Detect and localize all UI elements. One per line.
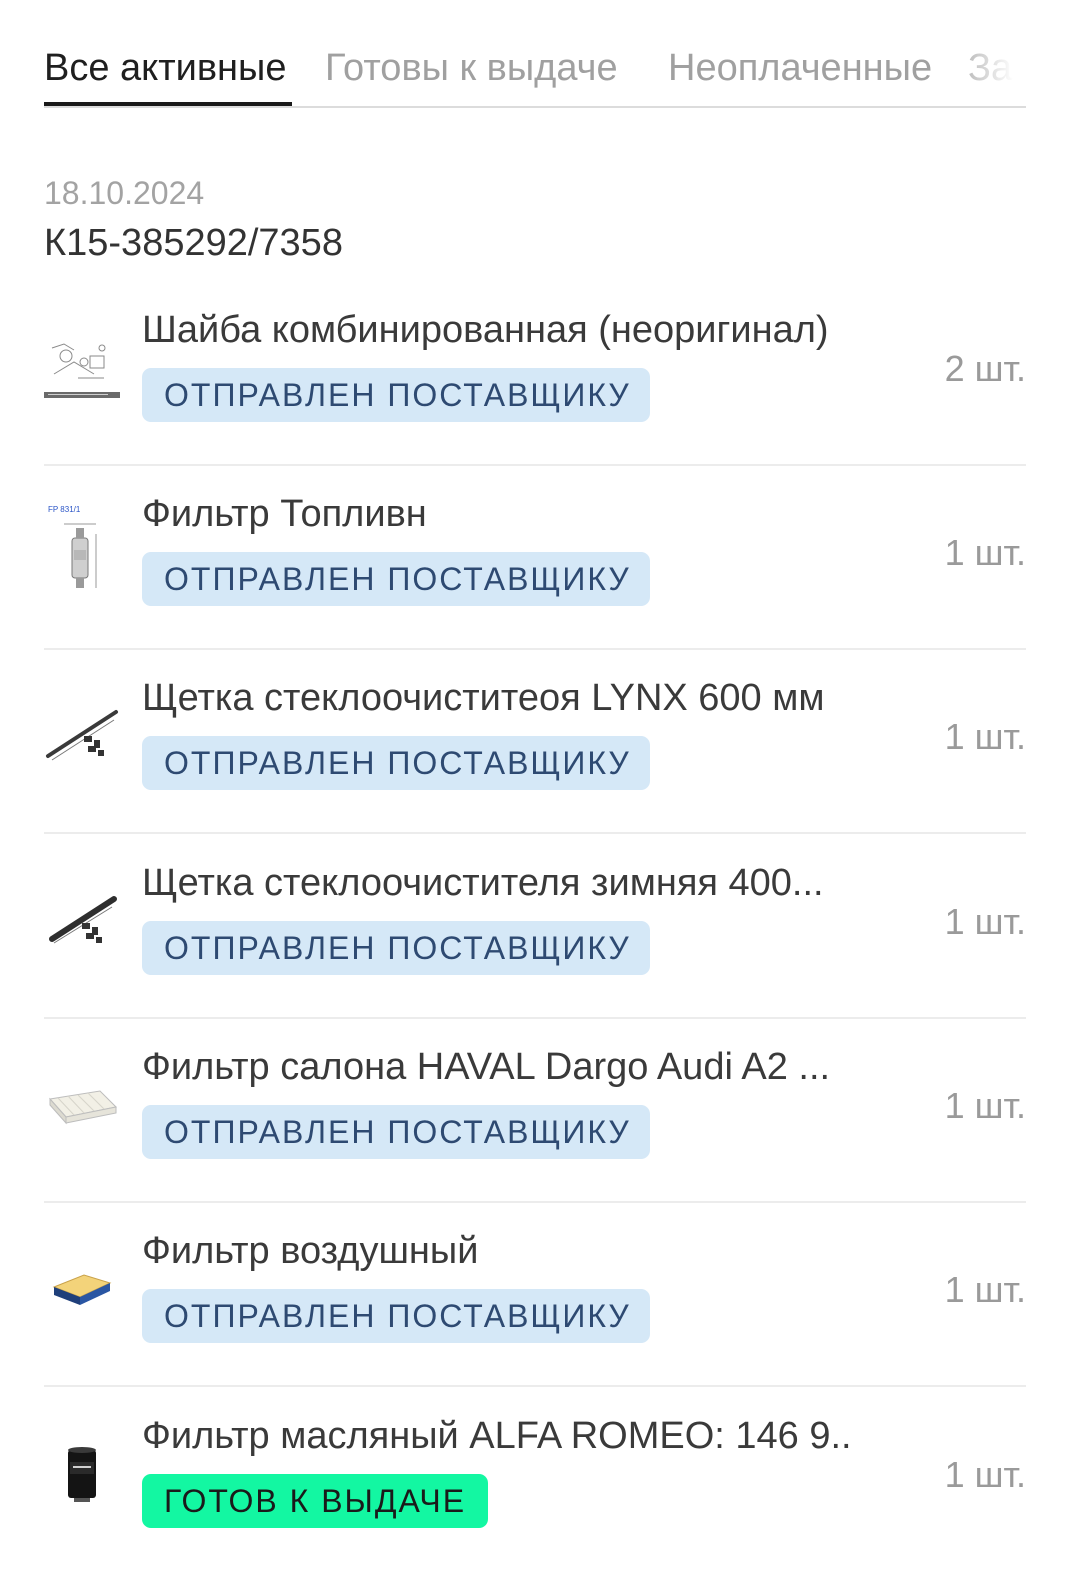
- oil-filter-icon: [44, 1438, 122, 1516]
- item-quantity: 1 шт.: [944, 532, 1026, 573]
- order-item[interactable]: Шайба комбинированная (неоригинал) ОТПРА…: [44, 282, 1026, 466]
- order-item[interactable]: FP 831/1 Фильтр Топливн ОТПРАВЛЕН ПОСТАВ…: [44, 466, 1026, 650]
- item-quantity: 1 шт.: [944, 716, 1026, 757]
- cabin-filter-icon: [44, 1069, 122, 1147]
- order-item[interactable]: Фильтр воздушный ОТПРАВЛЕН ПОСТАВЩИКУ 1 …: [44, 1203, 1026, 1387]
- status-badge: ОТПРАВЛЕН ПОСТАВЩИКУ: [142, 1105, 650, 1159]
- divider: [44, 1385, 1026, 1387]
- tab-unpaid[interactable]: Неоплаченные: [668, 44, 932, 92]
- order-item[interactable]: Фильтр салона HAVAL Dargo Audi A2 ... ОТ…: [44, 1019, 1026, 1203]
- item-quantity: 1 шт.: [944, 1085, 1026, 1126]
- status-tabs: Все активные Готовы к выдаче Неоплаченны…: [44, 40, 1026, 108]
- status-badge: ОТПРАВЛЕН ПОСТАВЩИКУ: [142, 736, 650, 790]
- item-name: Фильтр салона HAVAL Dargo Audi A2 ...: [142, 1046, 831, 1088]
- order-number: К15-385292/7358: [44, 222, 343, 264]
- status-badge: ОТПРАВЛЕН ПОСТАВЩИКУ: [142, 1289, 650, 1343]
- tab-all-active[interactable]: Все активные: [44, 44, 286, 92]
- order-item[interactable]: Фильтр масляный ALFA ROMEO: 146 9... ГОТ…: [44, 1388, 1026, 1572]
- tab-ready-for-pickup[interactable]: Готовы к выдаче: [325, 44, 618, 92]
- item-name: Фильтр масляный ALFA ROMEO: 146 9...: [142, 1415, 854, 1457]
- fuel-filter-icon: FP 831/1: [44, 504, 122, 588]
- item-name: Щетка стеклоочиститеоя LYNX 600 мм: [142, 677, 825, 719]
- item-name: Шайба комбинированная (неоригинал): [142, 309, 829, 351]
- air-filter-icon: [44, 1253, 122, 1331]
- item-name: Фильтр Топливн: [142, 493, 427, 535]
- wiper-blade-icon: [44, 700, 122, 778]
- order-item[interactable]: Щетка стеклоочистителя зимняя 400... ОТП…: [44, 835, 1026, 1019]
- order-item[interactable]: Щетка стеклоочиститеоя LYNX 600 мм ОТПРА…: [44, 650, 1026, 834]
- item-name: Фильтр воздушный: [142, 1230, 479, 1272]
- status-badge: ОТПРАВЛЕН ПОСТАВЩИКУ: [142, 368, 650, 422]
- svg-text:FP 831/1: FP 831/1: [48, 505, 81, 514]
- item-quantity: 1 шт.: [944, 1454, 1026, 1495]
- divider: [44, 832, 1026, 834]
- status-badge: ОТПРАВЛЕН ПОСТАВЩИКУ: [142, 552, 650, 606]
- status-badge: ГОТОВ К ВЫДАЧЕ: [142, 1474, 488, 1528]
- item-quantity: 1 шт.: [944, 901, 1026, 942]
- order-date: 18.10.2024: [44, 175, 205, 211]
- item-quantity: 1 шт.: [944, 1269, 1026, 1310]
- winter-wiper-icon: [44, 885, 122, 963]
- tab-more[interactable]: За: [968, 44, 1012, 92]
- washer-diagram-icon: [44, 334, 122, 412]
- item-name: Щетка стеклоочистителя зимняя 400...: [142, 862, 824, 904]
- item-quantity: 2 шт.: [944, 348, 1026, 389]
- status-badge: ОТПРАВЛЕН ПОСТАВЩИКУ: [142, 921, 650, 975]
- active-tab-indicator: [44, 102, 292, 106]
